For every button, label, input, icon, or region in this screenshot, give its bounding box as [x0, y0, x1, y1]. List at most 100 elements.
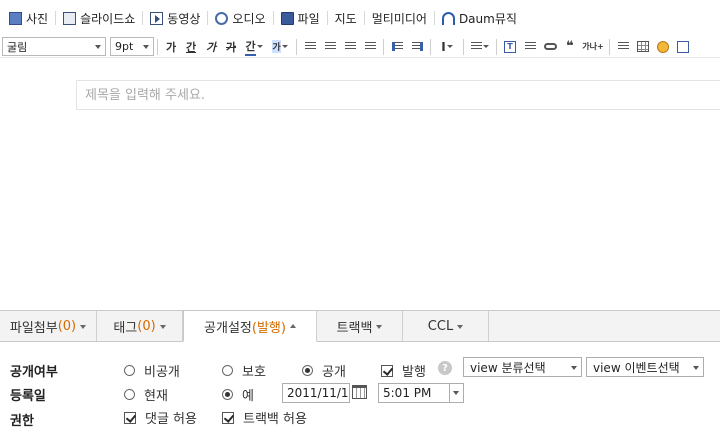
list-button[interactable] — [467, 37, 493, 56]
font-size-select[interactable]: 9pt — [110, 37, 154, 56]
italic-button[interactable]: 가 — [201, 37, 221, 56]
attach-daum-music-button[interactable]: Daum뮤직 — [437, 7, 522, 29]
tab-label: 파일첨부 — [9, 320, 58, 336]
tab-ccl[interactable]: CCL — [403, 311, 489, 341]
toolbar-divider — [433, 11, 435, 25]
radio-button — [124, 389, 135, 400]
help-icon[interactable]: ? — [438, 361, 452, 375]
outdent-icon — [411, 42, 423, 51]
visibility-private-radio[interactable]: 비공개 — [124, 361, 180, 380]
toolbar-divider — [55, 11, 57, 25]
chevron-up-icon — [289, 324, 296, 328]
chevron-down-icon — [693, 366, 699, 370]
calendar-icon[interactable] — [352, 385, 367, 399]
attach-video-button[interactable]: 동영상 — [145, 7, 205, 29]
emoticon-button[interactable] — [653, 37, 673, 56]
toolbar-divider — [383, 38, 384, 55]
tab-status: (발행) — [251, 320, 286, 336]
chevron-down-icon — [95, 45, 101, 49]
quote-button[interactable]: ❝ — [560, 37, 580, 56]
tab-count: (0) — [57, 318, 77, 334]
align-left-button[interactable] — [300, 37, 320, 56]
title-input[interactable] — [76, 80, 720, 110]
toolbar-divider — [363, 11, 365, 25]
chevron-down-icon — [281, 45, 288, 48]
checkbox — [124, 411, 136, 424]
view-event-select[interactable]: view 이벤트선택 — [586, 357, 704, 377]
tab-count: (0) — [137, 318, 156, 334]
chevron-down-icon — [256, 45, 263, 48]
line-height-icon: I — [441, 39, 446, 54]
allow-comments-checkbox[interactable]: 댓글 허용 — [124, 408, 197, 427]
table-button[interactable] — [633, 37, 653, 56]
date-input[interactable] — [282, 383, 350, 403]
text-color-icon: 간 — [245, 38, 256, 56]
align-center-button[interactable] — [320, 37, 340, 56]
visibility-public-radio[interactable]: 공개 — [302, 361, 346, 380]
date-label: 등록일 — [10, 389, 46, 404]
align-justify-icon — [364, 42, 376, 51]
toolbar-divider — [207, 11, 209, 25]
checkbox — [381, 364, 393, 377]
indent-button[interactable] — [387, 37, 407, 56]
line-height-button[interactable]: I — [434, 37, 460, 56]
tab-label: 트랙백 — [336, 320, 373, 336]
align-justify-button[interactable] — [360, 37, 380, 56]
attach-file-button[interactable]: 파일 — [276, 7, 325, 29]
tab-label: 공개설정 — [204, 320, 252, 336]
allow-trackback-checkbox[interactable]: 트랙백 허용 — [222, 408, 307, 427]
date-now-radio[interactable]: 현재 — [124, 385, 168, 404]
background-color-button[interactable]: 가 — [267, 37, 293, 56]
underline-button[interactable]: 간 — [181, 37, 201, 56]
align-right-icon — [344, 42, 356, 51]
emoticon-icon — [657, 40, 669, 53]
attach-slideshow-button[interactable]: 슬라이드쇼 — [58, 7, 140, 29]
font-family-select[interactable]: 굴림 — [2, 37, 106, 56]
radio-label: 예 — [242, 389, 254, 404]
special-char-button[interactable]: 가나+ — [580, 37, 606, 56]
view-category-select[interactable]: view 분류선택 — [463, 357, 582, 377]
more-button[interactable] — [613, 37, 633, 56]
indent-icon — [391, 42, 403, 51]
chevron-down-icon[interactable] — [449, 384, 463, 402]
menu-icon — [617, 42, 629, 51]
select-value: view 이벤트선택 — [593, 360, 680, 375]
strikethrough-button[interactable]: 가 — [221, 37, 241, 56]
text-box-button[interactable]: T — [500, 37, 520, 56]
align-right-button[interactable] — [340, 37, 360, 56]
outdent-button[interactable] — [407, 37, 427, 56]
attach-photo-button[interactable]: 사진 — [4, 7, 53, 29]
horizontal-rule-icon — [524, 42, 536, 51]
visibility-label: 공개여부 — [10, 365, 58, 380]
list-icon — [471, 42, 482, 51]
align-center-icon — [324, 42, 336, 51]
checkbox-label: 발행 — [402, 365, 426, 380]
link-button[interactable] — [540, 37, 560, 56]
tab-attachments[interactable]: 파일첨부 (0) — [0, 311, 97, 341]
text-color-button[interactable]: 간 — [241, 37, 267, 56]
publish-checkbox[interactable]: 발행 — [381, 361, 426, 380]
tab-visibility[interactable]: 공개설정 (발행) — [183, 310, 317, 342]
chevron-down-icon — [446, 45, 453, 48]
attach-map-button[interactable]: 지도 — [330, 7, 362, 29]
visibility-protected-radio[interactable]: 보호 — [222, 361, 266, 380]
extra-button[interactable] — [673, 37, 693, 56]
tab-tags[interactable]: 태그 (0) — [97, 311, 183, 341]
toolbar-divider — [326, 11, 328, 25]
time-select[interactable]: 5:01 PM — [378, 383, 464, 403]
horizontal-rule-button[interactable] — [520, 37, 540, 56]
headset-icon — [441, 11, 455, 25]
attach-toolbar: 사진 슬라이드쇼 동영상 오디오 파일 지도 멀티미디어 Daum뮤직 — [0, 0, 720, 36]
tab-trackback[interactable]: 트랙백 — [317, 311, 403, 341]
toolbar-divider — [430, 38, 431, 55]
checkbox-label: 댓글 허용 — [145, 412, 197, 427]
attach-multimedia-button[interactable]: 멀티미디어 — [367, 7, 432, 29]
chevron-down-icon — [376, 325, 383, 329]
settings-tabs: 파일첨부 (0) 태그 (0) 공개설정 (발행) 트랙백 CCL — [0, 310, 720, 342]
attach-audio-button[interactable]: 오디오 — [210, 7, 270, 29]
bold-icon: 가 — [165, 40, 177, 54]
chevron-down-icon — [159, 325, 166, 329]
bold-button[interactable]: 가 — [161, 37, 181, 56]
date-scheduled-radio[interactable]: 예 — [222, 385, 254, 404]
toolbar-divider — [157, 38, 158, 55]
